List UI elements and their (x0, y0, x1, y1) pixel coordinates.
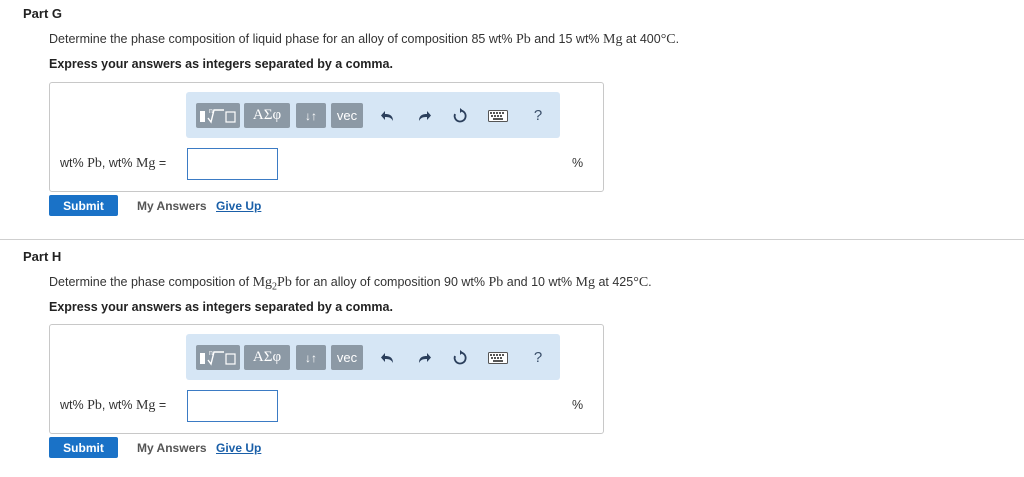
greek-icon: ΑΣφ (252, 107, 282, 123)
help-button[interactable]: ? (530, 103, 546, 128)
redo-icon (419, 110, 431, 121)
section-divider (0, 239, 1024, 240)
vec-button[interactable]: vec (331, 103, 363, 128)
keyboard-button[interactable] (486, 103, 510, 128)
reset-button[interactable] (450, 345, 470, 370)
unit-label: % (572, 398, 584, 412)
instruction-text: Express your answers as integers separat… (49, 300, 393, 314)
math-symbol: Pb (87, 398, 102, 413)
undo-button[interactable] (378, 345, 398, 370)
question-part: Determine the phase composition of (49, 275, 253, 289)
greek-icon: ΑΣφ (252, 349, 282, 365)
part-title: Part G (23, 6, 63, 21)
question-part: for an alloy of composition 90 wt% (291, 275, 489, 289)
answer-box: n ΑΣφ ↓↑ vec ? wt% Pb, wt% Mg = % (49, 324, 604, 434)
label-part: wt% (60, 398, 88, 412)
label-part: , wt% (101, 156, 136, 170)
templates-button[interactable]: n (196, 345, 240, 370)
undo-icon (381, 110, 393, 121)
help-icon: ? (533, 349, 543, 366)
vec-icon: vec (336, 108, 358, 123)
math-symbol: Pb (488, 275, 504, 290)
help-button[interactable]: ? (530, 345, 546, 370)
keyboard-button[interactable] (486, 345, 510, 370)
answer-label: wt% Pb, wt% Mg = (60, 156, 166, 172)
label-part: , wt% (101, 398, 136, 412)
reset-icon (453, 107, 467, 122)
vec-icon: vec (336, 350, 358, 365)
question-text: Determine the phase composition of Mg2Pb… (49, 275, 652, 293)
help-icon: ? (533, 107, 543, 124)
question-part: and 15 wt% (530, 32, 603, 46)
instruction-text: Express your answers as integers separat… (49, 57, 393, 71)
undo-button[interactable] (378, 103, 398, 128)
answer-label: wt% Pb, wt% Mg = (60, 398, 166, 414)
greek-button[interactable]: ΑΣφ (244, 103, 290, 128)
arrows-button[interactable]: ↓↑ (296, 345, 326, 370)
keyboard-icon (488, 351, 508, 364)
math-symbol: Mg (252, 275, 273, 290)
math-symbol: Pb (87, 156, 102, 171)
equation-toolbar: n ΑΣφ ↓↑ vec ? (186, 92, 560, 138)
submit-button[interactable]: Submit (49, 437, 118, 458)
redo-button[interactable] (414, 345, 434, 370)
arrows-icon: ↓↑ (305, 108, 317, 123)
templates-icon: n (200, 350, 236, 366)
question-part: Determine the phase composition of liqui… (49, 32, 516, 46)
math-symbol: C (666, 32, 676, 47)
part-title: Part H (23, 249, 62, 264)
question-part: . (648, 275, 652, 289)
label-part: = (155, 398, 167, 412)
answer-box: n ΑΣφ ↓↑ vec ? wt% Pb, wt% Mg = % (49, 82, 604, 192)
math-symbol: C (638, 275, 649, 290)
math-symbol: Mg (135, 398, 156, 413)
redo-button[interactable] (414, 103, 434, 128)
math-symbol: Pb (277, 275, 292, 290)
label-part: wt% (60, 156, 88, 170)
question-part: at 400 (622, 32, 661, 46)
question-part: at 425 (594, 275, 634, 289)
reset-icon (453, 349, 467, 364)
arrows-icon: ↓↑ (305, 350, 317, 365)
arrows-button[interactable]: ↓↑ (296, 103, 326, 128)
vec-button[interactable]: vec (331, 345, 363, 370)
question-text: Determine the phase composition of liqui… (49, 32, 679, 48)
question-part: and 10 wt% (503, 275, 576, 289)
answer-input[interactable] (187, 390, 278, 422)
math-symbol: Mg (603, 32, 623, 47)
redo-icon (419, 352, 431, 363)
submit-button[interactable]: Submit (49, 195, 118, 216)
math-symbol: Mg (575, 275, 595, 290)
undo-icon (381, 352, 393, 363)
templates-button[interactable]: n (196, 103, 240, 128)
reset-button[interactable] (450, 103, 470, 128)
templates-icon: n (200, 108, 236, 124)
keyboard-icon (488, 109, 508, 122)
answer-input[interactable] (187, 148, 278, 180)
my-answers-link[interactable]: My Answers (137, 199, 207, 213)
equation-toolbar: n ΑΣφ ↓↑ vec ? (186, 334, 560, 380)
greek-button[interactable]: ΑΣφ (244, 345, 290, 370)
label-part: = (155, 156, 167, 170)
unit-label: % (572, 156, 584, 170)
math-symbol: Pb (515, 32, 531, 47)
question-part: . (675, 32, 680, 46)
give-up-link[interactable]: Give Up (216, 441, 261, 455)
math-symbol: Mg (135, 156, 156, 171)
give-up-link[interactable]: Give Up (216, 199, 261, 213)
my-answers-link[interactable]: My Answers (137, 441, 207, 455)
